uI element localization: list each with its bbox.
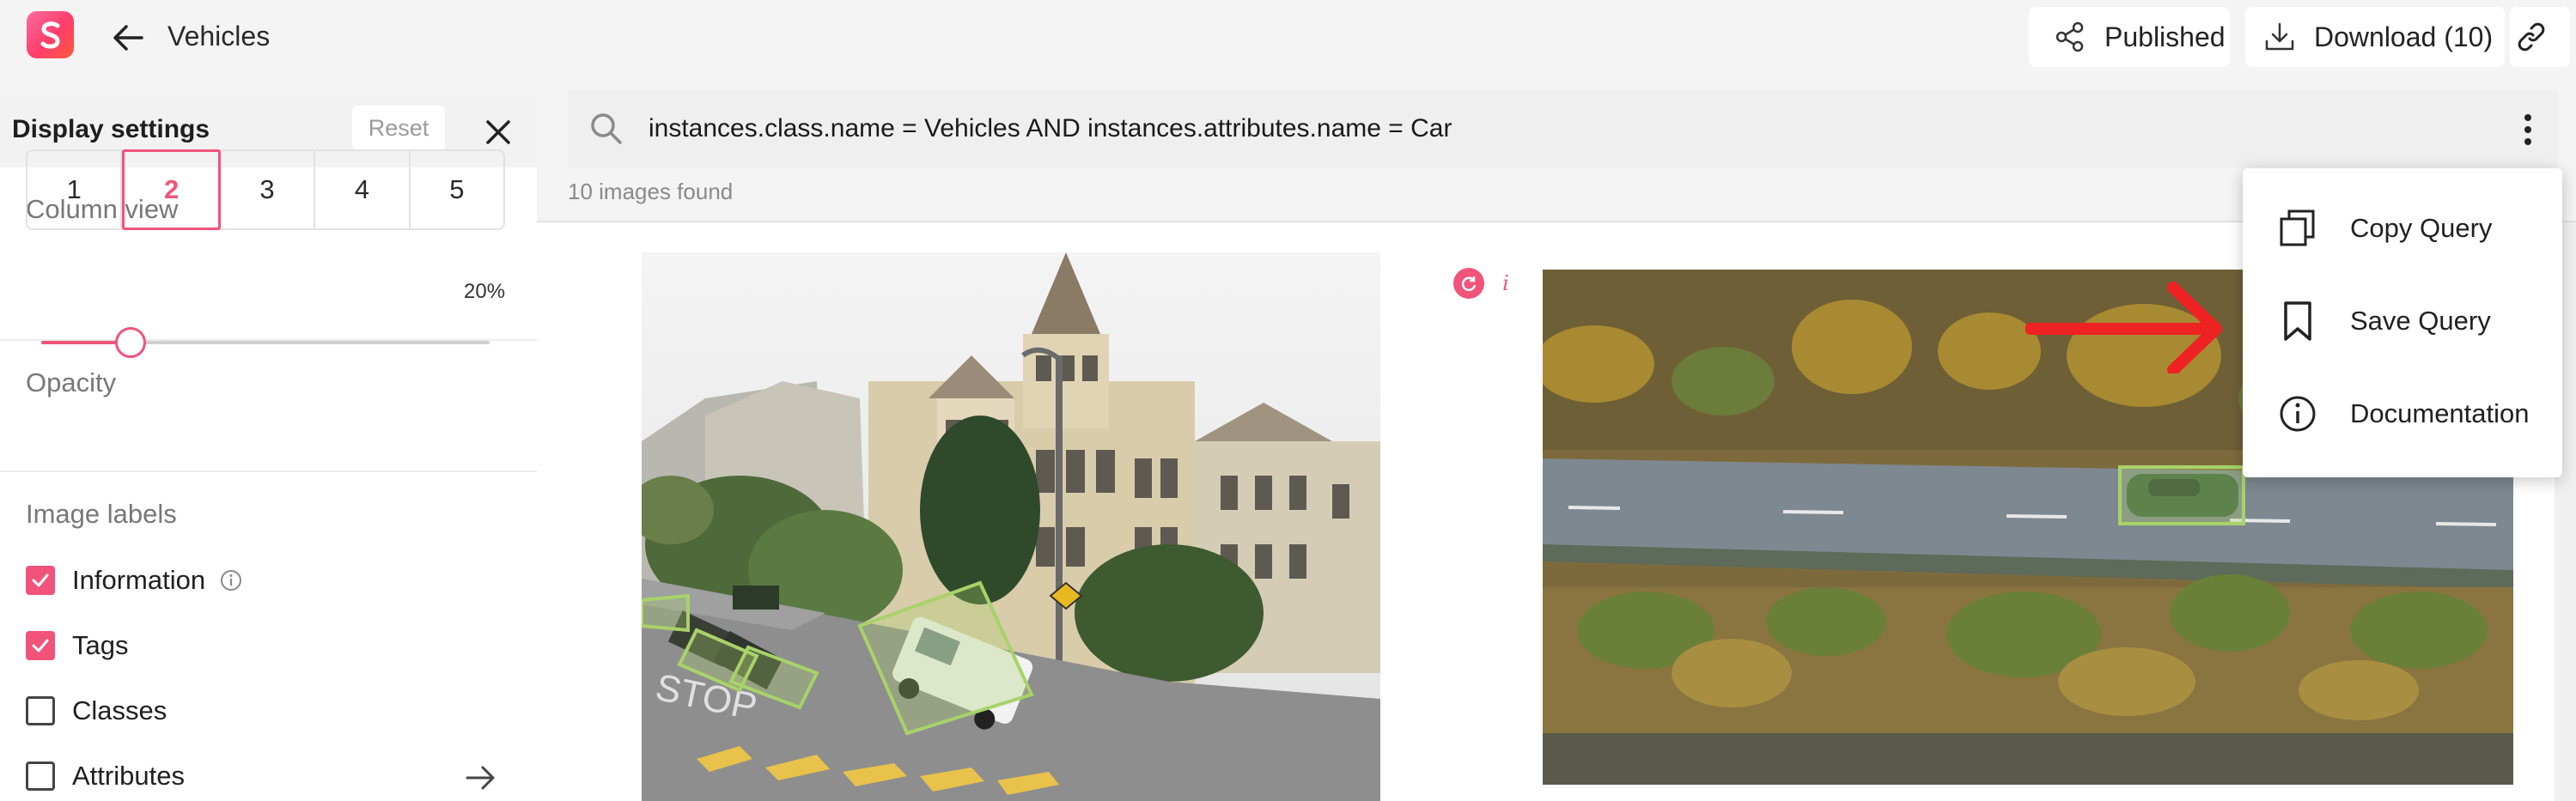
street-scene-image: STOP: [568, 252, 1538, 801]
save-query-label: Save Query: [2350, 306, 2491, 336]
published-button[interactable]: Published: [2029, 7, 2230, 67]
check-icon: [32, 639, 49, 652]
save-query-menu-item[interactable]: Save Query: [2243, 278, 2562, 364]
label-row-attributes: Attributes: [26, 761, 185, 792]
column-view-selector: 1 2 3 4 5: [26, 149, 505, 230]
copy-query-label: Copy Query: [2350, 213, 2493, 243]
share-icon: [2055, 21, 2084, 52]
image-labels-heading: Image labels: [26, 499, 177, 529]
label-row-tags: Tags: [26, 630, 128, 661]
label-row-information: Information: [26, 565, 243, 596]
top-bar: Vehicles Published Download (10): [0, 0, 2576, 76]
app-logo[interactable]: [27, 11, 74, 58]
published-label: Published: [2104, 21, 2226, 52]
column-option-5[interactable]: 5: [411, 151, 503, 228]
copy-query-menu-item[interactable]: Copy Query: [2243, 185, 2562, 271]
label-row-classes: Classes: [26, 695, 167, 726]
reset-button[interactable]: Reset: [352, 106, 445, 150]
query-options-menu: Copy Query Save Query Documentation: [2243, 168, 2562, 477]
bookmark-icon: [2284, 301, 2311, 341]
copy-link-button[interactable]: [2510, 7, 2570, 67]
column-option-4[interactable]: 4: [315, 151, 411, 228]
column-option-2[interactable]: 2: [122, 149, 221, 230]
classes-label: Classes: [72, 695, 167, 725]
classes-checkbox[interactable]: [26, 696, 55, 725]
arrow-right-icon[interactable]: [462, 759, 500, 801]
opacity-value: 20%: [464, 280, 506, 303]
info-badge-icon[interactable]: i: [1490, 268, 1521, 299]
tags-checkbox[interactable]: [26, 631, 55, 660]
check-icon: [32, 573, 49, 587]
download-icon: [2265, 22, 2294, 51]
close-icon[interactable]: [477, 111, 520, 154]
image-card[interactable]: STOP i: [568, 252, 1538, 801]
panel-title: Display settings: [12, 115, 210, 143]
information-label: Information: [72, 565, 206, 595]
more-options-icon[interactable]: [2509, 111, 2547, 149]
documentation-menu-item[interactable]: Documentation: [2243, 371, 2562, 457]
refresh-icon[interactable]: [1453, 268, 1484, 299]
info-icon[interactable]: [219, 568, 243, 592]
column-option-1[interactable]: 1: [27, 151, 123, 228]
red-pointer-arrow: [2025, 282, 2222, 373]
search-icon: [591, 113, 622, 144]
s-logo-icon: [40, 21, 60, 49]
download-label: Download (10): [2314, 21, 2494, 52]
back-arrow-icon[interactable]: [107, 17, 149, 58]
tags-label: Tags: [72, 630, 129, 660]
attributes-checkbox[interactable]: [26, 762, 55, 791]
opacity-slider[interactable]: [41, 327, 490, 358]
link-icon: [2518, 22, 2545, 52]
results-count: 10 images found: [568, 179, 734, 204]
opacity-label: Opacity: [26, 367, 117, 397]
documentation-label: Documentation: [2350, 398, 2530, 428]
page-title: Vehicles: [167, 21, 271, 52]
information-checkbox[interactable]: [26, 566, 55, 595]
query-text[interactable]: instances.class.name = Vehicles AND inst…: [649, 114, 1452, 143]
query-search-bar[interactable]: instances.class.name = Vehicles AND inst…: [568, 90, 2558, 167]
copy-icon: [2280, 209, 2315, 246]
attributes-label: Attributes: [72, 761, 185, 791]
info-icon: [2280, 396, 2316, 432]
column-option-3[interactable]: 3: [221, 151, 316, 228]
download-button[interactable]: Download (10): [2245, 7, 2505, 67]
divider: [0, 470, 537, 472]
